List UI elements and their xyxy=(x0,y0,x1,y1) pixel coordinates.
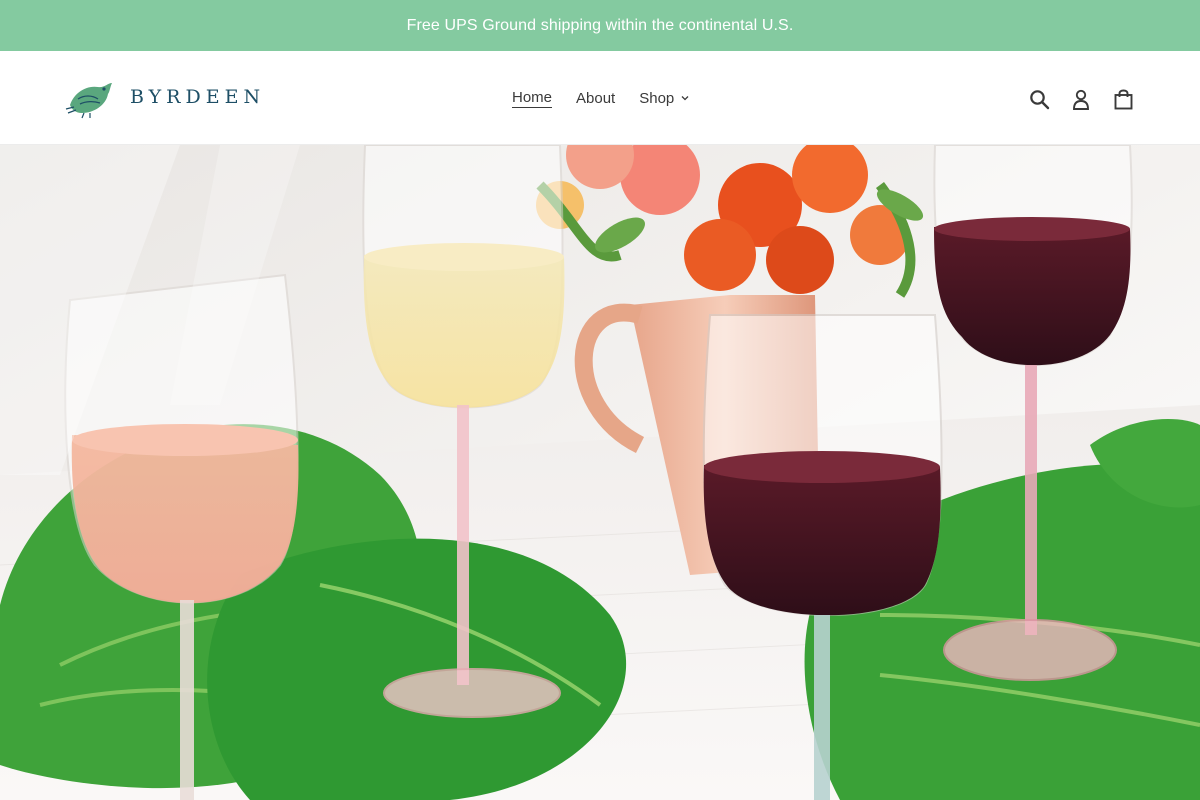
nav-item-label: About xyxy=(576,89,616,107)
hero-image xyxy=(0,145,1200,800)
chevron-down-icon xyxy=(681,94,689,102)
header-icons xyxy=(1026,85,1136,113)
bird-icon xyxy=(65,83,112,119)
nav-item-about[interactable]: About xyxy=(564,85,627,111)
nav-item-shop[interactable]: Shop xyxy=(627,85,701,111)
nav-item-label: Shop xyxy=(639,89,675,107)
announcement-text: Free UPS Ground shipping within the cont… xyxy=(406,16,794,34)
nav-item-home[interactable]: Home xyxy=(500,85,564,111)
announcement-bar: Free UPS Ground shipping within the cont… xyxy=(0,0,1200,51)
main-nav: Home About Shop xyxy=(500,85,701,111)
brand-name: BYRDEEN xyxy=(130,86,266,108)
brand-logo[interactable]: BYRDEEN xyxy=(64,75,265,119)
nav-item-label: Home xyxy=(512,88,553,108)
account-icon[interactable] xyxy=(1068,85,1094,113)
site-header: BYRDEEN Home About Shop xyxy=(0,51,1200,145)
cart-icon[interactable] xyxy=(1110,85,1136,113)
hero-banner[interactable] xyxy=(0,145,1200,800)
search-icon[interactable] xyxy=(1026,85,1052,113)
